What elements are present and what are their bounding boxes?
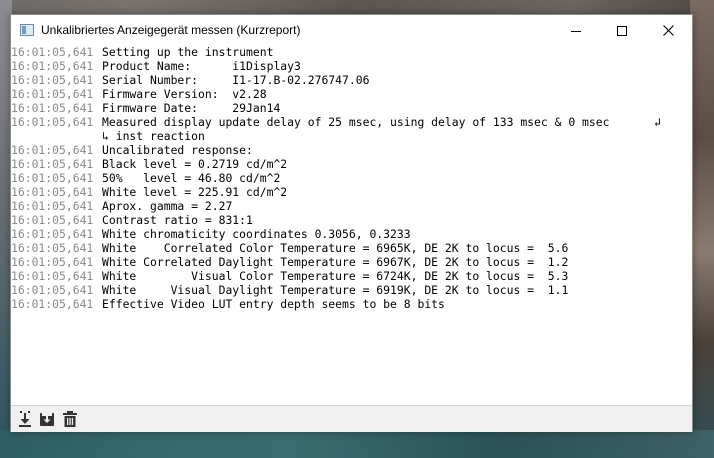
log-timestamp: 16:01:05,641 — [11, 115, 94, 129]
log-message: Firmware Version: v2.28 — [102, 87, 267, 101]
log-timestamp: 16:01:05,641 — [11, 269, 94, 283]
title-bar[interactable]: Unkalibriertes Anzeigegerät messen (Kurz… — [11, 15, 692, 45]
log-message: White Correlated Daylight Temperature = … — [102, 255, 569, 269]
log-timestamp: 16:01:05,641 — [11, 297, 94, 311]
log-line: ↳ inst reaction — [11, 129, 692, 143]
log-timestamp: 16:01:05,641 — [11, 73, 94, 87]
log-timestamp: 16:01:05,641 — [11, 255, 94, 269]
save-log-icon[interactable] — [39, 410, 55, 428]
log-line: 16:01:05,641 Black level = 0.2719 cd/m^2 — [11, 157, 692, 171]
app-icon — [20, 24, 34, 36]
log-line: 16:01:05,641 Uncalibrated response: — [11, 143, 692, 157]
log-output[interactable]: 16:01:05,641 Setting up the instrument 16:… — [11, 45, 692, 400]
window-title: Unkalibriertes Anzeigegerät messen (Kurz… — [41, 23, 301, 37]
log-line: 16:01:05,641 White Visual Daylight Temper… — [11, 283, 692, 297]
footer-toolbar — [11, 405, 692, 432]
log-timestamp: 16:01:05,641 — [11, 213, 94, 227]
log-timestamp: 16:01:05,641 — [11, 185, 94, 199]
log-timestamp: 16:01:05,641 — [11, 241, 94, 255]
log-timestamp: 16:01:05,641 — [11, 227, 94, 241]
log-line: 16:01:05,641 Product Name: i1Display3 — [11, 59, 692, 73]
log-message: White Visual Color Temperature = 6724K, … — [102, 269, 569, 283]
log-message: Serial Number: I1-17.B-02.276747.06 — [102, 73, 370, 87]
maximize-button[interactable] — [599, 15, 645, 45]
log-message: White chromaticity coordinates 0.3056, 0… — [102, 227, 411, 241]
log-line: 16:01:05,641 White Correlated Daylight Te… — [11, 255, 692, 269]
log-timestamp: 16:01:05,641 — [11, 87, 94, 101]
log-line: 16:01:05,641 Measured display update dela… — [11, 115, 692, 129]
log-message: ↳ inst reaction — [102, 129, 205, 143]
desktop-background-right — [690, 0, 714, 458]
desktop-background-bottom — [0, 430, 714, 458]
log-timestamp: 16:01:05,641 — [11, 171, 94, 185]
line-wrap-icon: ↲ — [654, 115, 661, 129]
log-line: 16:01:05,641 Effective Video LUT entry de… — [11, 297, 692, 311]
log-timestamp: 16:01:05,641 — [11, 45, 94, 59]
log-message: Product Name: i1Display3 — [102, 59, 301, 73]
close-icon — [662, 21, 674, 40]
log-timestamp: 16:01:05,641 — [11, 157, 94, 171]
log-line: 16:01:05,641 50% level = 46.80 cd/m^2 — [11, 171, 692, 185]
log-line: 16:01:05,641 White Visual Color Temperatu… — [11, 269, 692, 283]
log-line: 16:01:05,641 Contrast ratio = 831:1 — [11, 213, 692, 227]
log-line: 16:01:05,641 Firmware Date: 29Jan14 — [11, 101, 692, 115]
log-line: 16:01:05,641 Aprox. gamma = 2.27 — [11, 199, 692, 213]
report-window: Unkalibriertes Anzeigegerät messen (Kurz… — [10, 14, 693, 432]
minimize-icon — [571, 21, 581, 40]
scroll-to-end-icon[interactable] — [17, 410, 33, 428]
log-message: Effective Video LUT entry depth seems to… — [102, 297, 445, 311]
log-line: 16:01:05,641 White chromaticity coordinat… — [11, 227, 692, 241]
log-line: 16:01:05,641 White level = 225.91 cd/m^2 — [11, 185, 692, 199]
log-message: Contrast ratio = 831:1 — [102, 213, 253, 227]
log-message: White level = 225.91 cd/m^2 — [102, 185, 288, 199]
log-message: Black level = 0.2719 cd/m^2 — [102, 157, 288, 171]
log-message: Uncalibrated response: — [102, 143, 253, 157]
log-message: White Correlated Color Temperature = 696… — [102, 241, 569, 255]
log-line: 16:01:05,641 Firmware Version: v2.28 — [11, 87, 692, 101]
log-message: Aprox. gamma = 2.27 — [102, 199, 233, 213]
minimize-button[interactable] — [553, 15, 599, 45]
log-message: 50% level = 46.80 cd/m^2 — [102, 171, 281, 185]
log-message: Measured display update delay of 25 msec… — [102, 115, 610, 129]
log-line: 16:01:05,641 Setting up the instrument — [11, 45, 692, 59]
log-timestamp: 16:01:05,641 — [11, 143, 94, 157]
log-message: White Visual Daylight Temperature = 6919… — [102, 283, 569, 297]
clear-log-icon[interactable] — [62, 410, 78, 428]
log-timestamp: 16:01:05,641 — [11, 59, 94, 73]
log-line: 16:01:05,641 White Correlated Color Tempe… — [11, 241, 692, 255]
close-button[interactable] — [645, 15, 691, 45]
log-line: 16:01:05,641 Serial Number: I1-17.B-02.27… — [11, 73, 692, 87]
maximize-icon — [617, 21, 627, 40]
log-timestamp: 16:01:05,641 — [11, 199, 94, 213]
log-message: Setting up the instrument — [102, 45, 274, 59]
log-timestamp: 16:01:05,641 — [11, 283, 94, 297]
log-timestamp: 16:01:05,641 — [11, 101, 94, 115]
log-message: Firmware Date: 29Jan14 — [102, 101, 281, 115]
